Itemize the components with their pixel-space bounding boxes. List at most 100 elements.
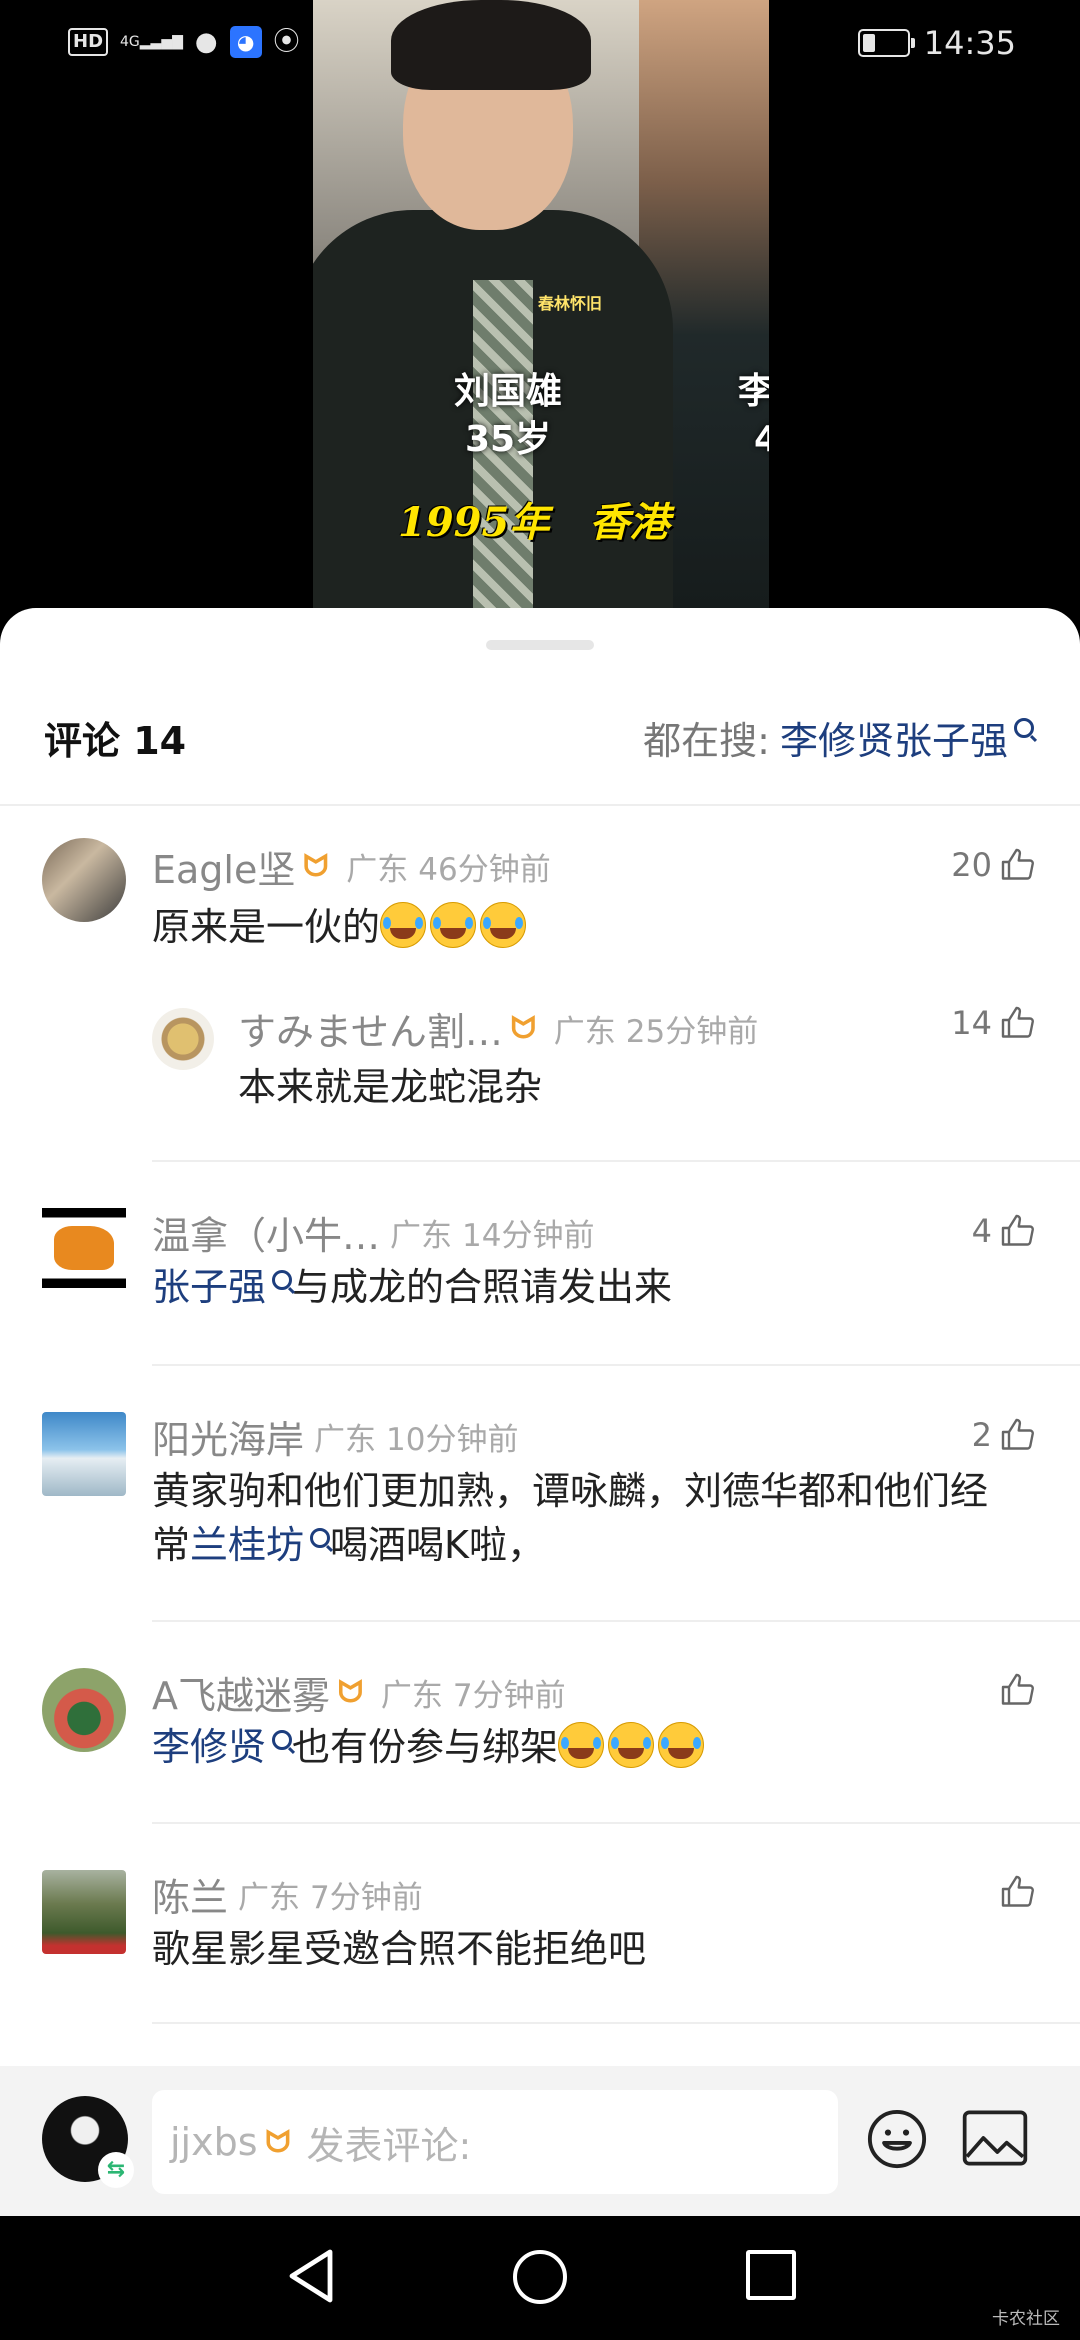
clock: 14:35 [923,24,1016,62]
comment-text: 张子强 与成龙的合照请发出来 [152,1260,672,1314]
comment-input[interactable]: jjxbs ᗢ 发表评论: [152,2090,838,2194]
like-button[interactable]: 2 [972,1416,1036,1454]
laughing-crying-emoji-icon [558,1722,605,1768]
comment-text: 李修贤 也有份参与绑架 [152,1720,708,1774]
recent-apps-square-icon[interactable] [746,2250,796,2300]
battery-icon [857,29,915,57]
trending-search-term[interactable]: 李修贤张子强 [780,710,1008,765]
divider [152,1364,1080,1366]
like-count: 4 [971,1212,992,1250]
comment-location: 广东 [380,1677,443,1714]
thumbs-up-icon [1001,1418,1034,1450]
wechat-icon: ⦿ [273,27,300,57]
avatar[interactable] [42,1870,126,1954]
avatar[interactable] [42,1208,126,1288]
comment-location: 广东 [238,1879,301,1916]
reply-location: 广东 [553,1013,616,1050]
home-circle-icon[interactable] [513,2250,567,2304]
thumbs-up-icon [1001,1006,1034,1038]
corner-watermark: 卡农社区 [992,2309,1060,2329]
back-triangle-icon[interactable] [282,2246,342,2306]
avatar[interactable] [42,1668,126,1752]
comment-text: 歌星影星受邀合照不能拒绝吧 [152,1927,647,1971]
switch-account-icon[interactable]: ⇆ [98,2152,134,2188]
comment-text-line2: 常兰桂坊 喝酒喝K啦， [152,1518,545,1572]
comment-input-bar: ⇆ jjxbs ᗢ 发表评论: [0,2066,1080,2216]
comment-time: 7分钟前 [452,1677,566,1714]
comment-time: 10分钟前 [386,1421,519,1458]
signal-icon: 4G▂▃▅▇ [120,34,183,50]
like-button[interactable] [1000,1672,1036,1708]
search-link[interactable]: 兰桂坊 [190,1523,304,1567]
video-caption-year: 1995年 香港 [398,499,670,546]
comment-time: 14分钟前 [462,1217,595,1254]
divider [152,1620,1080,1622]
like-button[interactable] [1000,1874,1036,1910]
comments-count-title: 评论 14 [44,719,187,763]
comment-body: 原来是一伙的 [152,905,381,949]
reply-username[interactable]: すみません割… [238,1001,503,1056]
like-button[interactable]: 20 [951,846,1036,884]
thumbs-up-icon [1001,848,1034,880]
comment-sheet: 评论 14 都在搜: 李修贤张子强 Eagle坚 ᗢ 广东 46分钟前 20 原… [0,608,1080,2216]
like-count: 20 [951,846,992,884]
comment-username[interactable]: 阳光海岸 [152,1409,304,1464]
thumbs-up-icon [1001,1214,1034,1246]
comment-body: 与成龙的合照请发出来 [292,1265,673,1309]
reply-time: 25分钟前 [625,1013,759,1050]
comment-body-suffix: 喝酒喝K啦， [330,1523,545,1567]
video-watermark: 春林怀旧 [538,294,603,313]
input-username: jjxbs [170,2120,258,2164]
comment-username[interactable]: Eagle坚 [152,839,295,894]
emoji-button-icon[interactable] [866,2108,928,2170]
member-badge-icon: ᗢ [338,1674,363,1710]
avatar[interactable] [42,838,126,922]
like-count: 2 [971,1416,992,1454]
input-placeholder: 发表评论: [306,2123,472,2168]
trending-search[interactable]: 都在搜: 李修贤张子强 [643,710,1034,765]
comment-location: 广东 [314,1421,377,1458]
avatar[interactable] [42,1412,126,1496]
video-caption-age: 35岁 [464,419,552,460]
reply-like-button[interactable]: 14 [951,1004,1036,1042]
divider [152,1822,1080,1824]
drag-handle[interactable] [486,640,594,650]
laughing-crying-emoji-icon [430,902,477,948]
laughing-crying-emoji-icon [608,1722,655,1768]
member-badge-icon: ᗢ [265,2124,291,2160]
comment-time: 7分钟前 [310,1879,423,1916]
like-count: 14 [951,1004,992,1042]
search-icon [272,1270,293,1290]
trending-search-prefix: 都在搜: [643,719,770,763]
system-navigation-bar: 卡农社区 [0,2216,1080,2340]
video-caption-age2: 4 [754,419,769,460]
status-bar: HD 4G▂▃▅▇ ● ◕ ⦿ 14:35 [0,0,1080,92]
like-button[interactable]: 4 [972,1212,1036,1250]
comments-header: 评论 14 都在搜: 李修贤张子强 [0,688,1080,798]
comment-location: 广东 [346,851,409,888]
search-link[interactable]: 张子强 [152,1265,266,1309]
divider [0,804,1080,806]
comment-text-line1: 黄家驹和他们更加熟，谭咏麟，刘德华都和他们经 [152,1469,989,1513]
member-badge-icon: ᗢ [510,1010,536,1046]
comment-username[interactable]: 温拿（小牛… [152,1205,380,1260]
network-type-label: 4G [120,34,140,50]
laughing-crying-emoji-icon [480,902,527,948]
video-caption-person: 刘国雄 35岁 [433,368,583,464]
comment-username[interactable]: A飞越迷雾 [152,1665,330,1720]
image-upload-icon[interactable] [962,2110,1028,2166]
search-icon [310,1528,331,1548]
message-icon: ● [194,27,218,57]
search-link[interactable]: 李修贤 [152,1725,266,1769]
reply-avatar[interactable] [152,1008,214,1070]
laughing-crying-emoji-icon [380,902,427,948]
comment-location: 广东 [390,1217,453,1254]
lion-dance-image [54,1226,114,1270]
search-icon [1014,717,1034,738]
comment-username[interactable]: 陈兰 [152,1867,228,1922]
divider [152,2022,1080,2024]
qq-icon: ◕ [229,26,262,58]
hd-icon: HD [68,28,109,56]
search-icon [272,1730,293,1750]
laughing-crying-emoji-icon [658,1722,705,1768]
